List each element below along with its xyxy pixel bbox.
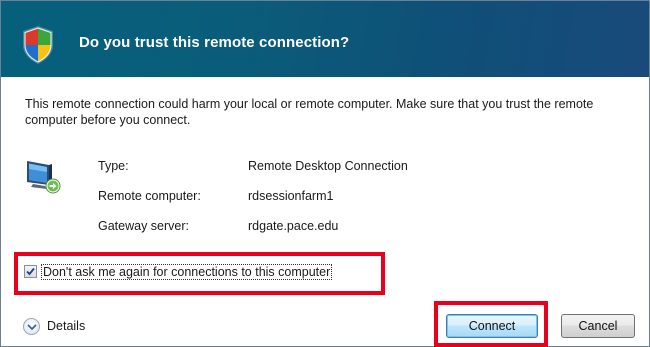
type-label: Type:	[98, 159, 129, 173]
dont-ask-again-label[interactable]: Don't ask me again for connections to th…	[41, 264, 333, 280]
cancel-button[interactable]: Cancel	[561, 314, 635, 338]
dialog-header: Do you trust this remote connection?	[1, 1, 649, 77]
uac-shield-icon	[21, 25, 55, 65]
trust-remote-connection-dialog: Do you trust this remote connection? Thi…	[0, 0, 650, 347]
gateway-server-value: rdgate.pace.edu	[248, 219, 339, 233]
connect-button[interactable]: Connect	[446, 314, 538, 338]
remote-computer-icon	[23, 158, 63, 196]
dont-ask-again-checkbox[interactable]	[24, 265, 37, 278]
dialog-footer: Details Connect Cancel	[1, 301, 649, 347]
warning-message: This remote connection could harm your l…	[25, 97, 594, 127]
type-value: Remote Desktop Connection	[248, 159, 408, 173]
gateway-server-label: Gateway server:	[98, 219, 190, 233]
dialog-title: Do you trust this remote connection?	[79, 34, 350, 51]
remote-computer-value: rdsessionfarm1	[248, 189, 334, 203]
remote-computer-label: Remote computer:	[98, 189, 201, 203]
chevron-down-icon[interactable]	[23, 318, 40, 335]
details-label[interactable]: Details	[47, 319, 85, 333]
